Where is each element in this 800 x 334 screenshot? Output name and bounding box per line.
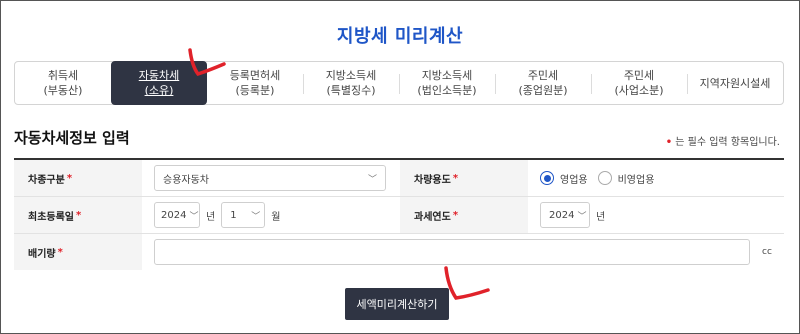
year-unit: 년 <box>596 211 606 223</box>
usage-radio-business[interactable]: 영업용 <box>540 171 588 186</box>
required-star: * <box>57 246 63 258</box>
tab-label: 등록면허세 <box>229 69 281 82</box>
tab-label: 주민세 <box>623 69 655 82</box>
section-title: 자동차세정보 입력 <box>14 129 130 147</box>
annotation-checkmark <box>188 48 226 77</box>
chevron-down-icon: ﹀ <box>251 211 261 222</box>
annotation-checkmark <box>444 266 490 300</box>
tab-local-income-tax-corporate[interactable]: 지방소득세 (법인소득분) <box>399 62 495 104</box>
required-star: * <box>66 172 73 184</box>
chevron-down-icon: ﹀ <box>367 174 377 185</box>
usage-radio-nonbusiness[interactable]: 비영업용 <box>597 171 654 186</box>
tab-sublabel: (사업소분) <box>614 84 664 97</box>
form-row-displacement: 배기량 * cc <box>14 234 784 270</box>
tab-label: 지역자원시설세 <box>699 76 771 90</box>
vehicle-tax-form: 차종구분 * 승용자동차 ﹀ 차량용도 * 영업용 비영업용 최초등록일 * 2… <box>14 158 784 270</box>
page-title: 지방세 미리계산 <box>336 26 464 47</box>
usage-label: 차량용도 * <box>400 160 528 196</box>
tax-year-select[interactable]: 2024 ﹀ <box>540 202 590 228</box>
cc-unit: cc <box>762 247 772 257</box>
car-type-select[interactable]: 승용자동차 ﹀ <box>154 165 386 191</box>
chevron-down-icon: ﹀ <box>189 211 199 222</box>
required-note-text: 는 필수 입력 항목입니다. <box>672 137 780 148</box>
tab-sublabel: (종업원분) <box>518 84 568 97</box>
first-registration-label: 최초등록일 * <box>14 197 142 233</box>
displacement-label: 배기량 * <box>14 234 142 270</box>
required-star: * <box>452 209 459 221</box>
tab-sublabel: (소유) <box>144 84 174 97</box>
radio-unselected-icon <box>597 171 612 185</box>
registration-year-select[interactable]: 2024 ﹀ <box>154 202 200 228</box>
tab-regional-resource-facility-tax[interactable]: 지역자원시설세 <box>687 62 783 104</box>
tax-type-tabs: 취득세 (부동산) 자동차세 (소유) 등록면허세 (등록분) 지방소득세 (특… <box>14 61 784 105</box>
form-row-registration: 최초등록일 * 2024 ﹀ 년 1 ﹀ 월 과세연도 * 2024 ﹀ 년 <box>14 197 784 234</box>
radio-selected-icon <box>540 171 554 185</box>
required-note: • 는 필수 입력 항목입니다. <box>666 133 780 148</box>
tab-label: 주민세 <box>527 69 559 82</box>
tab-sublabel: (특별징수) <box>326 84 376 97</box>
tab-resident-tax-employee[interactable]: 주민세 (종업원분) <box>495 62 591 104</box>
tab-sublabel: (법인소득분) <box>417 84 477 97</box>
chevron-down-icon: ﹀ <box>577 211 587 222</box>
year-unit: 년 <box>206 211 216 223</box>
car-type-label: 차종구분 * <box>14 160 142 196</box>
form-row-car-type: 차종구분 * 승용자동차 ﹀ 차량용도 * 영업용 비영업용 <box>14 160 784 197</box>
tab-label: 취득세 <box>47 69 79 82</box>
tab-resident-tax-business[interactable]: 주민세 (사업소분) <box>591 62 687 104</box>
registration-month-select[interactable]: 1 ﹀ <box>221 202 266 228</box>
required-star: * <box>76 209 82 221</box>
car-type-value: 승용자동차 <box>163 174 209 186</box>
tab-sublabel: (등록분) <box>235 84 275 97</box>
required-star: * <box>452 172 459 184</box>
month-unit: 월 <box>271 211 281 223</box>
tab-label: 지방소득세 <box>325 69 377 82</box>
tab-label: 지방소득세 <box>421 69 473 82</box>
tax-year-label: 과세연도 * <box>400 197 528 233</box>
tab-acquisition-tax[interactable]: 취득세 (부동산) <box>15 62 111 104</box>
tab-local-income-tax-withholding[interactable]: 지방소득세 (특별징수) <box>303 62 399 104</box>
tab-sublabel: (부동산) <box>43 84 83 97</box>
tab-label: 자동차세 <box>138 69 180 82</box>
